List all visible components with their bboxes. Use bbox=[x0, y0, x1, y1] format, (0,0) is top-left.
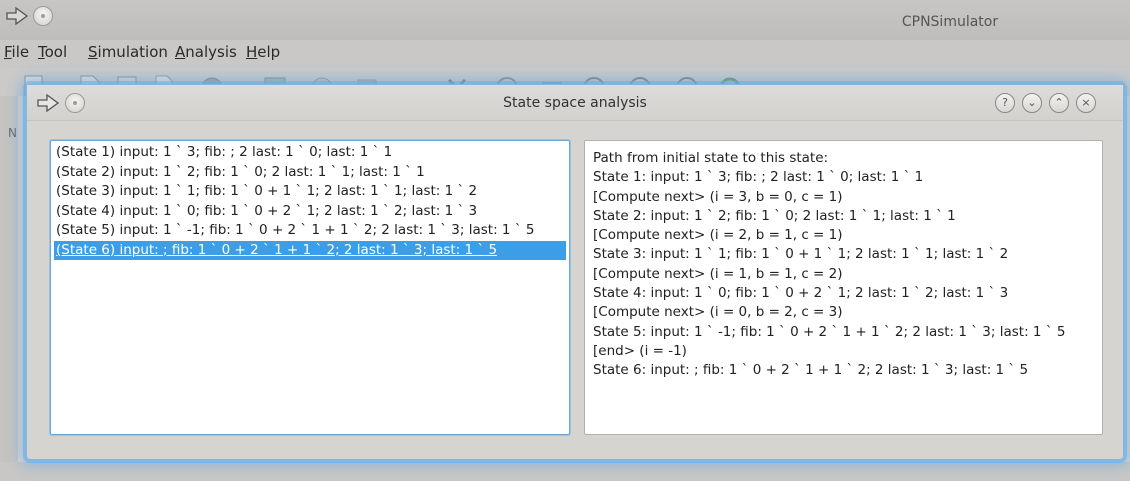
main-titlebar: CPNSimulator bbox=[0, 0, 1130, 40]
state-space-dialog: State space analysis ? ⌄ ⌃ × (State 1) i… bbox=[26, 84, 1124, 460]
dialog-title: State space analysis bbox=[503, 95, 647, 111]
menubar: File Tool Simulation Analysis Help bbox=[0, 40, 1130, 68]
path-details-panel[interactable]: Path from initial state to this state: S… bbox=[584, 140, 1103, 435]
state-list-item[interactable]: (State 2) input: 1 ` 2; fib: 1 ` 0; 2 la… bbox=[54, 163, 566, 183]
path-line: State 2: input: 1 ` 2; fib: 1 ` 0; 2 las… bbox=[593, 207, 956, 224]
maximize-button[interactable]: ⌃ bbox=[1049, 93, 1069, 113]
path-line: [Compute next> (i = 1, b = 1, c = 2) bbox=[593, 265, 843, 282]
path-line: Path from initial state to this state: bbox=[593, 150, 829, 166]
state-list-item[interactable]: (State 5) input: 1 ` -1; fib: 1 ` 0 + 2 … bbox=[54, 221, 566, 241]
path-line: State 5: input: 1 ` -1; fib: 1 ` 0 + 2 `… bbox=[593, 323, 1066, 340]
path-line: [Compute next> (i = 0, b = 2, c = 3) bbox=[593, 304, 843, 321]
help-button[interactable]: ? bbox=[995, 93, 1015, 113]
menu-help[interactable]: Help bbox=[246, 43, 280, 61]
path-line: [end> (i = -1) bbox=[593, 342, 687, 359]
path-line: State 4: input: 1 ` 0; fib: 1 ` 0 + 2 ` … bbox=[593, 285, 1009, 302]
state-list-item-selected[interactable]: (State 6) input: ; fib: 1 ` 0 + 2 ` 1 + … bbox=[54, 240, 566, 260]
menu-tool[interactable]: Tool bbox=[38, 43, 67, 61]
minimize-button[interactable]: ⌄ bbox=[1022, 93, 1042, 113]
menu-file[interactable]: File bbox=[4, 43, 29, 61]
path-line: [Compute next> (i = 3, b = 0, c = 1) bbox=[593, 188, 843, 205]
path-line: [Compute next> (i = 2, b = 1, c = 1) bbox=[593, 227, 843, 244]
menu-simulation[interactable]: Simulation bbox=[88, 43, 168, 61]
menu-analysis[interactable]: Analysis bbox=[175, 43, 237, 61]
path-line: State 1: input: 1 ` 3; fib: ; 2 last: 1 … bbox=[593, 169, 924, 186]
main-tab-hint: N bbox=[8, 126, 17, 140]
close-button[interactable]: × bbox=[1076, 93, 1096, 113]
path-line: State 3: input: 1 ` 1; fib: 1 ` 0 + 1 ` … bbox=[593, 246, 1009, 263]
state-list[interactable]: (State 1) input: 1 ` 3; fib: ; 2 last: 1… bbox=[50, 140, 570, 435]
path-line: State 6: input: ; fib: 1 ` 0 + 2 ` 1 + 1… bbox=[593, 362, 1029, 379]
dialog-titlebar[interactable]: State space analysis ? ⌄ ⌃ × bbox=[27, 85, 1123, 121]
state-list-item[interactable]: (State 4) input: 1 ` 0; fib: 1 ` 0 + 2 `… bbox=[54, 202, 566, 222]
main-side-panel bbox=[0, 96, 18, 481]
main-statusbar bbox=[0, 462, 1130, 481]
state-list-item[interactable]: (State 1) input: 1 ` 3; fib: ; 2 last: 1… bbox=[54, 143, 566, 163]
main-window-title: CPNSimulator bbox=[901, 14, 999, 30]
state-list-item[interactable]: (State 3) input: 1 ` 1; fib: 1 ` 0 + 1 `… bbox=[54, 182, 566, 202]
